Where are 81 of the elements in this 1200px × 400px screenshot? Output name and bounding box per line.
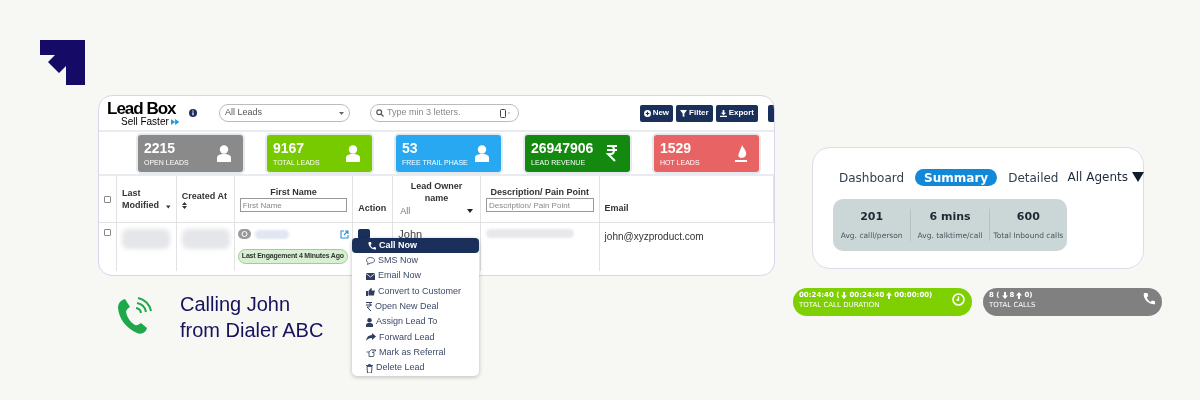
metric-value: 600 [1016,208,1040,225]
menu-item[interactable]: Forward Lead [352,329,479,346]
sort-descending-icon[interactable] [166,205,171,209]
column-header: Lead Owner name [409,180,464,204]
logo-title: Lead Box [107,99,177,117]
rupee-icon [606,144,618,162]
down-arrow-icon [841,292,848,299]
fast-forward-icon [170,117,179,126]
info-icon[interactable] [189,109,197,117]
redacted-blur [122,229,170,249]
menu-item[interactable]: Mark as Referral [352,345,479,361]
menu-item[interactable]: SMS Now [352,253,479,269]
metric-value: 201 [860,208,884,225]
stat-value: 1529 [660,140,693,155]
redacted-blur [254,229,289,239]
speech-bubble-icon [366,256,375,265]
column-header: Created At [181,189,227,202]
rupee-icon [366,302,372,312]
phone-icon [368,241,376,250]
envelope-icon [366,272,375,280]
summary-tab[interactable]: Detailed [999,168,1068,186]
person-icon [217,144,231,162]
avatar-icon [237,229,251,239]
filter-field[interactable]: Description/ Pain Point [485,198,594,212]
logo-tagline: Sell Faster [121,116,169,127]
filter-field[interactable]: First Name [239,198,348,212]
toolbar-button[interactable]: New [639,104,674,122]
forward-arrow-icon [366,333,376,342]
arrow-logo-icon [40,40,85,85]
clock-icon [952,293,965,306]
stat-value: 53 [402,140,419,155]
menu-item[interactable]: Delete Lead [352,360,479,376]
column-header: Action [358,202,387,214]
toolbar-button[interactable] [768,104,774,122]
plus-icon [643,109,651,117]
filter-icon [680,109,688,117]
calling-text: from Dialer ABC [180,318,324,343]
column-header: Email [604,202,629,214]
checkbox[interactable] [103,195,111,203]
person-icon [366,317,373,327]
summary-tab[interactable]: Dashboard [830,168,914,186]
search-input[interactable]: Type min 3 letters. [387,106,497,120]
person-icon [475,144,489,162]
sort-icon[interactable] [181,201,187,209]
column-header: Last Modified [121,187,160,211]
toolbar-button[interactable]: Filter [676,104,713,122]
owner-text: John [398,228,423,240]
checkbox[interactable] [104,229,111,236]
download-icon [719,109,727,117]
ringing-phone-icon [117,297,153,335]
thumbs-up-icon [366,287,375,296]
metric-value: 6 mins [929,208,971,225]
stat-value: 9167 [273,140,306,155]
column-header: Description/ Pain Point [490,186,589,198]
summary-tab[interactable]: Summary [915,168,998,186]
phone-icon [1143,293,1155,305]
menu-item[interactable]: Call Now [352,238,479,254]
owner-filter-dropdown[interactable]: All [398,204,475,218]
menu-item[interactable]: Convert to Customer [352,283,479,300]
up-arrow-icon [886,292,893,299]
person-icon [346,144,360,162]
email-text: john@xyzproduct.com [604,231,704,242]
menu-item[interactable]: Email Now [352,268,479,284]
external-link-icon[interactable] [340,229,350,239]
caret-icon [339,111,344,115]
caret-icon [466,209,473,213]
up-arrow-icon [1016,292,1023,299]
caret-icon [1131,172,1144,182]
redacted-blur [181,229,230,249]
down-arrow-icon [1001,292,1008,299]
menu-item[interactable]: Open New Deal [352,299,479,315]
flame-icon [735,144,747,162]
search-icon [376,109,384,117]
trash-icon [366,363,373,373]
agent-filter-dropdown[interactable]: All Agents [1067,168,1144,186]
column-header: First Name [270,186,317,198]
stat-value: 26947906 [531,140,594,155]
calling-text: Calling John [180,292,292,317]
toolbar-button[interactable]: Export [715,104,758,122]
menu-item[interactable]: Assign Lead To [352,314,479,330]
stat-value: 2215 [144,140,177,155]
